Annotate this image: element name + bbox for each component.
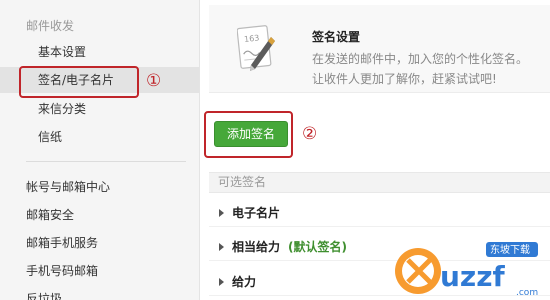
- expand-arrow-icon: [219, 278, 224, 286]
- available-signatures-header: 可选签名: [209, 172, 550, 193]
- watermark-tagline: 东坡下载: [490, 243, 530, 256]
- sidebar-item-antispam[interactable]: 反垃圾: [0, 286, 199, 300]
- expand-arrow-icon: [219, 243, 224, 251]
- signature-row[interactable]: 电子名片: [209, 199, 550, 227]
- watermark-brand: uzzf: [440, 260, 506, 293]
- uzzf-watermark-logo: uzzf .com 东坡下载: [395, 242, 538, 298]
- signature-name: 相当给力: [232, 240, 281, 254]
- signature-doc-pen-icon: 163: [237, 25, 275, 71]
- default-signature-badge: (默认签名): [288, 240, 347, 254]
- signature-desc-line2: 让收件人更加了解你，赶紧试试吧!: [312, 72, 497, 86]
- annotation-step1: ①: [146, 71, 162, 91]
- sidebar-item-stationery[interactable]: 信纸: [0, 124, 199, 150]
- sidebar-item-mail-filter[interactable]: 来信分类: [0, 96, 199, 122]
- signature-name: 电子名片: [232, 206, 281, 220]
- signature-header-card: 163 签名设置 在发送的邮件中，加入您的个性化签名。 让收件人更加了解你，赶紧…: [209, 5, 550, 93]
- sidebar-item-mobile-service[interactable]: 邮箱手机服务: [0, 230, 199, 256]
- sidebar-divider: [26, 161, 186, 162]
- expand-arrow-icon: [219, 209, 224, 217]
- watermark-domain: .com: [516, 288, 538, 298]
- settings-sidebar: 邮件收发 基本设置 签名/电子名片 来信分类 信纸 帐号与邮箱中心 邮箱安全 邮…: [0, 0, 200, 300]
- annotation-box-step1: [19, 66, 139, 98]
- sidebar-item-account-center[interactable]: 帐号与邮箱中心: [0, 174, 199, 200]
- signature-name: 给力: [232, 275, 257, 289]
- signature-desc-line1: 在发送的邮件中，加入您的个性化签名。: [312, 52, 529, 66]
- signature-settings-title: 签名设置: [312, 30, 361, 44]
- annotation-box-step2: [204, 111, 293, 158]
- sidebar-item-basic-settings[interactable]: 基本设置: [0, 39, 199, 65]
- sidebar-section-mail: 邮件收发: [26, 19, 75, 33]
- doc-icon-number: 163: [244, 33, 260, 44]
- sidebar-item-phone-mailbox[interactable]: 手机号码邮箱: [0, 258, 199, 284]
- sidebar-item-mail-security[interactable]: 邮箱安全: [0, 202, 199, 228]
- annotation-step2: ②: [302, 124, 318, 144]
